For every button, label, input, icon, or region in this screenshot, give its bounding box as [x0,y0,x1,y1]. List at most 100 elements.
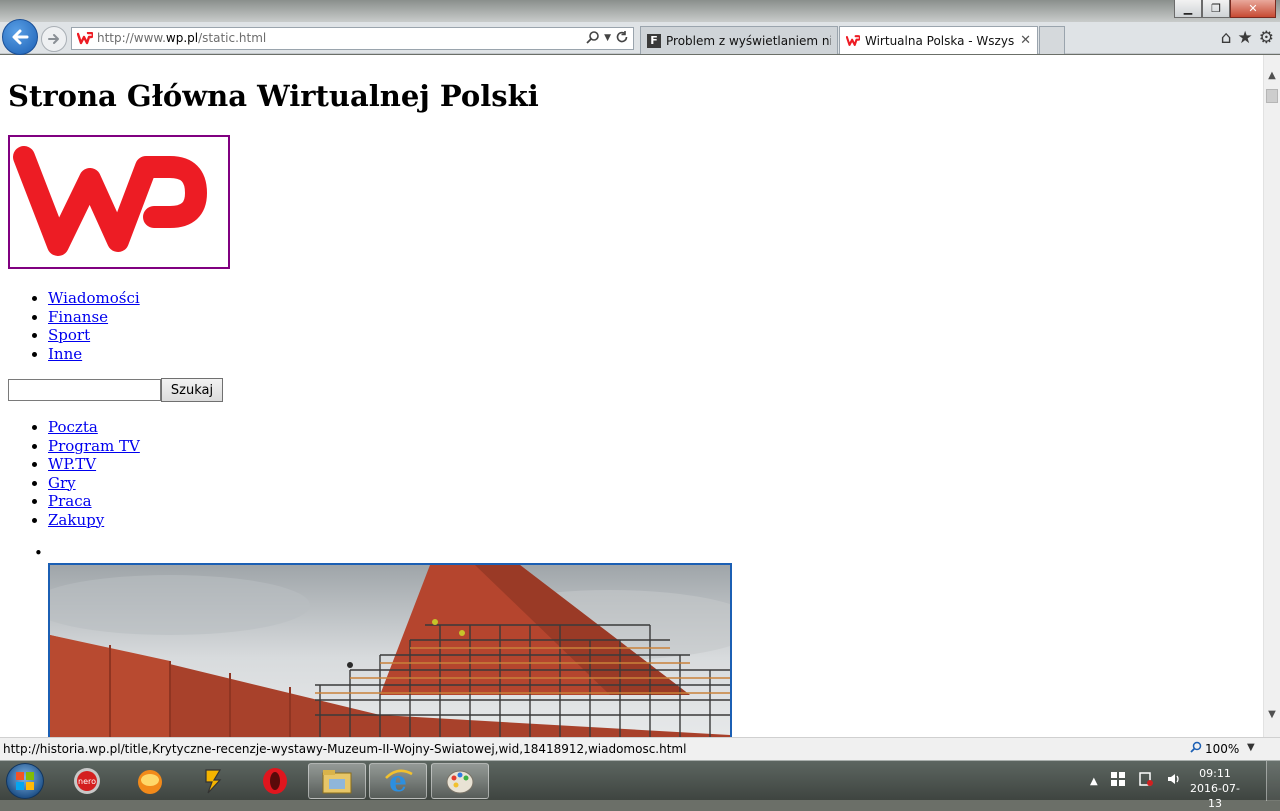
wp-favicon-icon [846,34,860,46]
status-link-url: http://historia.wp.pl/title,Krytyczne-re… [3,742,687,756]
nav-link-inne[interactable]: Inne [48,345,82,363]
new-tab-button[interactable] [1039,26,1065,54]
wp-favicon-icon [77,32,93,45]
zoom-control[interactable]: 100% [1190,741,1239,756]
network-icon[interactable] [1138,771,1154,791]
address-bar[interactable]: http://www.wp.pl/static.html ▼ [71,27,634,50]
list-item: Inne [48,345,140,364]
tab-label: Problem z wyświetlaniem niekt... [666,33,831,48]
arrow-right-icon [48,34,59,44]
wp-logo [13,146,207,256]
list-item: Gry [48,474,140,493]
taskbar-app-internet-explorer[interactable]: e [369,763,427,799]
internet-explorer-icon: e [385,766,413,796]
volume-icon[interactable] [1166,771,1182,791]
zoom-icon [1190,741,1202,756]
url-prefix: http://www. [97,31,166,45]
browser-tools: ⌂ ★ ⚙ [1221,28,1274,48]
service-link-praca[interactable]: Praca [48,492,92,510]
taskbar-app-nero[interactable]: nero [58,763,116,799]
status-bar: http://historia.wp.pl/title,Krytyczne-re… [0,737,1280,760]
list-item: Sport [48,326,140,345]
taskbar-app-browser[interactable] [121,763,179,799]
arrow-left-icon [12,29,29,45]
nav-link-sport[interactable]: Sport [48,326,90,344]
folder-icon [322,770,352,794]
scroll-thumb[interactable] [1266,89,1278,103]
taskbar-clock[interactable]: 09:11 2016-07-13 [1190,766,1240,811]
svg-text:nero: nero [78,777,96,786]
nav-link-finanse[interactable]: Finanse [48,308,108,326]
url-domain: wp.pl [165,31,199,45]
list-bullet: • [34,544,43,562]
clock-date: 2016-07-13 [1190,782,1240,810]
service-link-program-tv[interactable]: Program TV [48,437,140,455]
tab-forum[interactable]: F Problem z wyświetlaniem niekt... [640,26,838,54]
tray-expand-icon[interactable]: ▲ [1090,776,1098,787]
opera-icon [263,768,287,794]
browser-globe-icon [138,770,162,794]
list-item: Finanse [48,308,140,327]
list-item: WP.TV [48,455,140,474]
close-tab-icon[interactable]: ✕ [1020,33,1031,48]
scroll-up-icon[interactable]: ▲ [1264,67,1280,84]
page-title: Strona Główna Wirtualnej Polski [8,79,539,113]
page-viewport: Strona Główna Wirtualnej Polski WP Wiado… [0,55,1263,737]
home-icon[interactable]: ⌂ [1221,28,1232,48]
search-button[interactable]: Szukaj [161,378,223,402]
favorites-star-icon[interactable]: ★ [1238,28,1253,48]
forward-button[interactable] [41,26,67,52]
show-desktop-button[interactable] [1266,761,1280,801]
service-link-poczta[interactable]: Poczta [48,418,98,436]
nero-icon: nero [74,768,100,794]
museum-pyramid-photo [50,565,730,737]
taskbar-app-explorer[interactable] [308,763,366,799]
taskbar-app-paint[interactable] [431,763,489,799]
service-link-wp-tv[interactable]: WP.TV [48,455,96,473]
refresh-icon[interactable] [615,30,629,48]
winamp-icon [205,769,222,794]
list-item: Praca [48,492,140,511]
taskbar-app-winamp[interactable] [184,763,242,799]
taskbar-app-opera[interactable] [246,763,304,799]
url-suffix: /static.html [198,31,267,45]
search-input[interactable] [8,379,161,401]
maximize-button[interactable]: ❐ [1202,0,1230,18]
scroll-down-icon[interactable]: ▼ [1264,706,1280,723]
paint-palette-icon [446,770,474,794]
main-nav: Wiadomości Finanse Sport Inne [0,289,140,363]
system-tray: ▲ [1090,771,1182,791]
zoom-level: 100% [1205,741,1240,756]
page-scrollbar[interactable]: ▲ ▼ [1263,55,1280,737]
gear-icon[interactable]: ⚙ [1259,28,1274,48]
list-item: Wiadomości [48,289,140,308]
start-button[interactable] [6,763,44,799]
zoom-dropdown-icon[interactable]: ▼ [1247,742,1255,753]
wp-logo-link[interactable]: WP [8,135,230,269]
window-controls: ▁ ❐ ✕ [1174,0,1276,18]
address-actions: ▼ [586,30,629,48]
address-url[interactable]: http://www.wp.pl/static.html [97,31,266,45]
tab-label: Wirtualna Polska - Wszystk... [865,33,1015,48]
services-nav: Poczta Program TV WP.TV Gry Praca Zakupy [0,418,140,529]
windows-logo-icon [16,772,34,790]
list-item: Poczta [48,418,140,437]
clock-time: 09:11 [1199,767,1231,780]
action-center-flag-icon[interactable] [1110,771,1126,791]
search-icon[interactable] [586,30,600,48]
list-item: Zakupy [48,511,140,530]
back-button[interactable] [2,19,38,55]
taskbar: nero e ▲ 09:11 2016-07-13 [0,760,1280,810]
close-window-button[interactable]: ✕ [1230,0,1276,18]
nav-link-wiadomosci[interactable]: Wiadomości [48,289,140,307]
service-link-zakupy[interactable]: Zakupy [48,511,104,529]
dropdown-arrow-icon[interactable]: ▼ [604,30,611,48]
browser-toolbar: http://www.wp.pl/static.html ▼ F Problem… [0,19,1280,55]
news-photo-link[interactable] [48,563,732,737]
list-item: Program TV [48,437,140,456]
tab-wirtualna-polska[interactable]: Wirtualna Polska - Wszystk... ✕ [839,26,1038,54]
forum-favicon-icon: F [647,33,661,48]
minimize-button[interactable]: ▁ [1174,0,1202,18]
service-link-gry[interactable]: Gry [48,474,76,492]
window-titlebar: ▁ ❐ ✕ [0,0,1280,22]
